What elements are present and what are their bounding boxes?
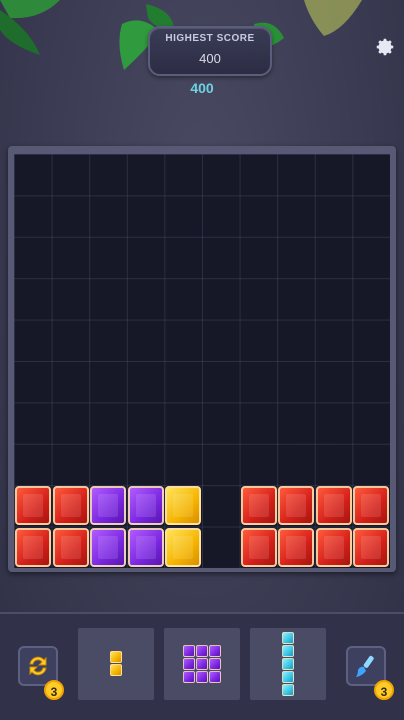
tray-piece-block <box>195 644 208 657</box>
refresh-tool-count: 3 <box>44 680 64 700</box>
board-block-red <box>240 527 277 567</box>
board-block-red <box>15 527 51 567</box>
board-block-purple <box>127 486 164 526</box>
tray-piece-block <box>281 683 294 696</box>
board-block-red <box>52 527 89 567</box>
tray-piece-block <box>281 644 294 657</box>
tray-piece-block <box>281 670 294 683</box>
current-score: 400 <box>190 80 214 96</box>
board-block-yellow <box>165 486 202 526</box>
refresh-icon <box>29 656 47 676</box>
tray-piece-block <box>208 657 221 670</box>
board-block-red <box>52 486 89 526</box>
tray-piece-block <box>195 670 208 683</box>
tray-piece-block <box>182 644 195 657</box>
clear-tool-count: 3 <box>374 680 394 700</box>
board-block-purple <box>127 527 164 567</box>
settings-button[interactable] <box>372 34 398 60</box>
highest-score-value: 400 <box>199 51 221 66</box>
leaf-decoration-top-left <box>0 0 60 55</box>
board-block-red <box>315 486 352 526</box>
tray-piece-block <box>182 657 195 670</box>
tray-piece-block <box>208 644 221 657</box>
tray-piece-block <box>195 657 208 670</box>
board-block-purple <box>90 527 127 567</box>
brush-icon <box>356 655 374 677</box>
game-board[interactable] <box>14 154 390 568</box>
board-block-red <box>353 486 390 526</box>
board-block-red <box>240 486 277 526</box>
gear-icon <box>376 38 394 56</box>
tray-piece-block <box>109 651 122 663</box>
board-block-red <box>353 527 390 567</box>
board-block-purple <box>90 486 127 526</box>
tray-piece-block <box>281 631 294 644</box>
tray-piece-block <box>208 670 221 683</box>
board-block-red <box>315 527 352 567</box>
tray-piece-block <box>281 657 294 670</box>
board-block-red <box>15 486 51 526</box>
board-block-red <box>278 486 315 526</box>
board-block-yellow <box>165 527 202 567</box>
highest-score-label: HIGHEST SCORE <box>165 33 255 44</box>
tray-piece-block <box>109 664 122 676</box>
tray-piece-block <box>182 670 195 683</box>
board-block-red <box>278 527 315 567</box>
